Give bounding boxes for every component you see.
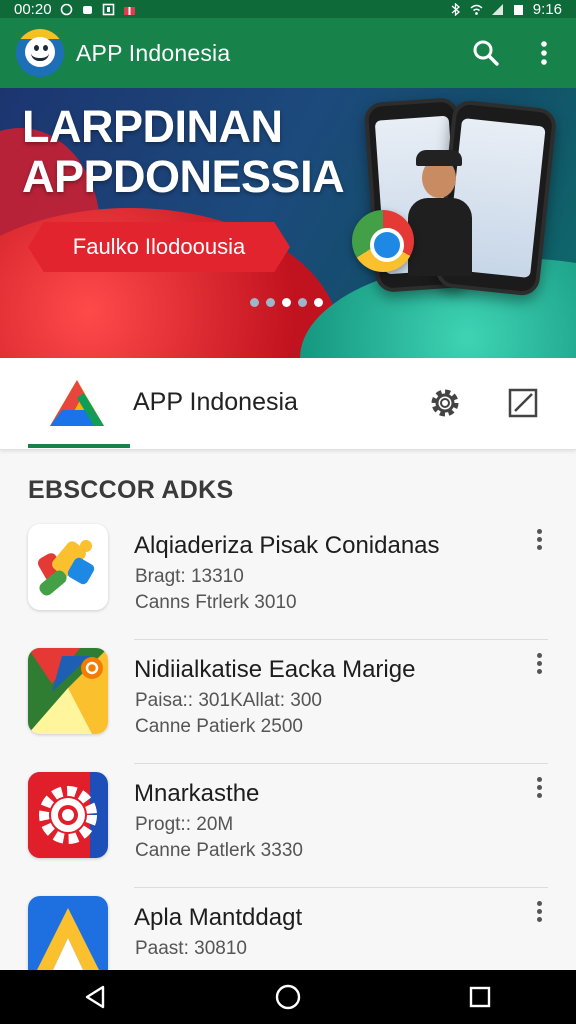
carousel-dot[interactable]	[298, 298, 307, 307]
app-screen: 00:20 9:16 APP Indonesia LARPDINAN APPDO…	[0, 0, 576, 1024]
whatsapp-icon	[60, 3, 73, 16]
carousel-dot[interactable]	[266, 298, 275, 307]
carousel-dot[interactable]	[282, 298, 291, 307]
carousel-dots	[250, 298, 323, 307]
app-meta: Paast: 30810	[135, 938, 247, 959]
app-meta: Canne Patlerk 3330	[135, 840, 303, 861]
gear-app-icon[interactable]	[28, 772, 108, 858]
status-bar: 00:20 9:16	[0, 0, 576, 18]
chrome-icon	[352, 210, 414, 272]
banner-headline-line1: LARPDINAN	[22, 101, 283, 152]
app-name: Nidiialkatise Eacka Marige	[134, 656, 416, 683]
settings-button[interactable]	[428, 386, 462, 420]
gift-icon	[123, 3, 136, 16]
app-logo	[16, 29, 64, 77]
list-item[interactable]: Nidiialkatise Eacka Marige Paisa:: 301KA…	[0, 640, 576, 764]
gear-icon	[431, 389, 459, 417]
status-bar-right: 9:16	[449, 1, 562, 18]
promo-banner[interactable]: LARPDINAN APPDONESSIA Faulko Ilodoousia	[0, 88, 576, 358]
section-title: EBSCCOR ADKS	[28, 476, 234, 504]
home-button[interactable]	[268, 977, 308, 1017]
battery-icon	[512, 3, 525, 16]
notification-icon	[102, 3, 115, 16]
more-options-button[interactable]	[528, 37, 560, 69]
list-item[interactable]: Mnarkasthe Progt:: 20M Canne Patlerk 333…	[0, 764, 576, 888]
blocks-icon[interactable]	[28, 524, 108, 610]
banner-headline-line2: APPDONESSIA	[22, 151, 345, 202]
back-icon	[85, 985, 105, 1009]
bluetooth-icon	[449, 2, 462, 16]
system-nav-bar	[0, 970, 576, 1024]
wifi-icon	[470, 3, 483, 16]
carousel-dot[interactable]	[250, 298, 259, 307]
row-more-button[interactable]	[526, 896, 552, 926]
carousel-dot[interactable]	[314, 298, 323, 307]
app-name: Mnarkasthe	[134, 780, 260, 807]
tab-header: APP Indonesia	[0, 358, 576, 450]
banner-cta-button[interactable]: Faulko Ilodoousia	[28, 222, 290, 272]
home-icon	[275, 984, 301, 1010]
active-tab-indicator	[28, 444, 130, 448]
app-meta: Paisa:: 301KAllat: 300	[135, 690, 322, 711]
back-button[interactable]	[76, 977, 116, 1017]
play-triangle-logo	[48, 378, 106, 428]
list-item[interactable]: Alqiaderiza Pisak Conidanas Bragt: 13310…	[0, 516, 576, 640]
status-right-time: 9:16	[532, 0, 562, 18]
app-meta: Progt:: 20M	[135, 814, 234, 835]
app-bar: APP Indonesia	[0, 18, 576, 88]
tab-title[interactable]: APP Indonesia	[133, 388, 298, 417]
app-bar-actions	[470, 37, 560, 69]
person-illustration	[408, 146, 472, 276]
app-meta: Canns Ftrlerk 3010	[135, 592, 297, 613]
row-more-button[interactable]	[526, 772, 552, 802]
search-icon	[473, 40, 499, 66]
app-list: Alqiaderiza Pisak Conidanas Bragt: 13310…	[0, 516, 576, 1012]
android-icon	[81, 3, 94, 16]
status-bar-left: 00:20	[14, 1, 136, 18]
paper-plane-icon[interactable]	[28, 648, 108, 734]
edit-button[interactable]	[506, 386, 540, 420]
banner-headline: LARPDINAN APPDONESSIA	[22, 101, 345, 202]
more-vert-icon	[541, 41, 547, 65]
app-name: Alqiaderiza Pisak Conidanas	[134, 532, 440, 559]
app-meta: Canne Patierk 2500	[135, 716, 303, 737]
status-time: 00:20	[14, 0, 52, 18]
app-title: APP Indonesia	[76, 39, 231, 66]
signal-icon	[491, 3, 504, 16]
edit-icon	[508, 388, 538, 418]
row-more-button[interactable]	[526, 524, 552, 554]
app-name: Apla Mantddagt	[134, 904, 303, 931]
recents-button[interactable]	[460, 977, 500, 1017]
search-button[interactable]	[470, 37, 502, 69]
recents-icon	[469, 986, 491, 1008]
row-more-button[interactable]	[526, 648, 552, 678]
app-meta: Bragt: 13310	[135, 566, 244, 587]
